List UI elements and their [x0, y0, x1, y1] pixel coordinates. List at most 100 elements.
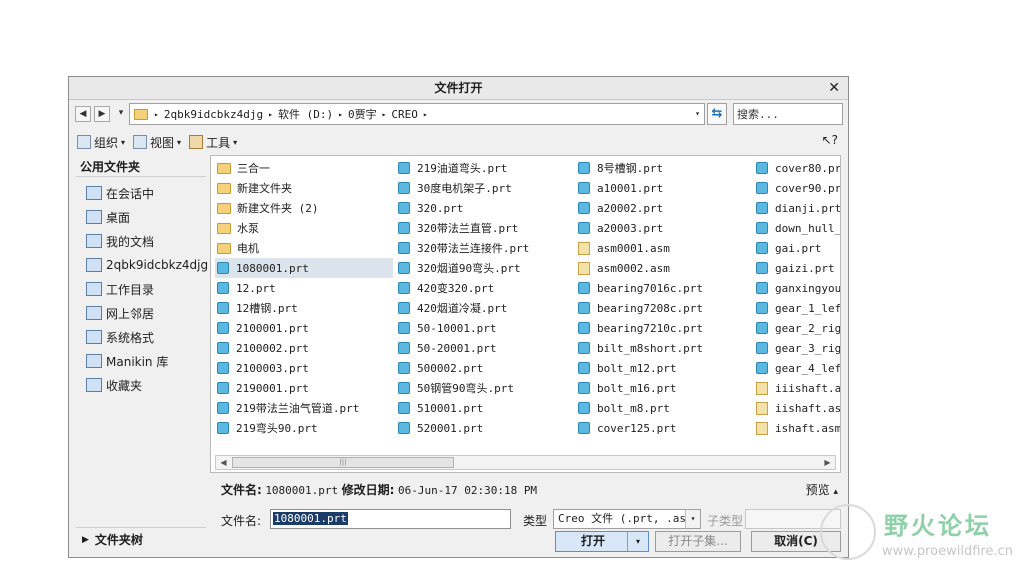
folder-item[interactable]: 三合一 — [215, 158, 393, 178]
file-item[interactable]: 2100002.prt — [215, 338, 393, 358]
refresh-icon[interactable]: ⇆ — [707, 103, 727, 125]
search-input[interactable]: 搜索... — [733, 103, 843, 125]
open-split-dropdown[interactable]: ▾ — [627, 532, 648, 551]
preview-label: 预览 — [805, 483, 830, 497]
filename-input[interactable]: 1080001.prt — [270, 509, 511, 529]
file-item[interactable]: 1080001.prt — [215, 258, 393, 278]
file-item[interactable]: 12槽钢.prt — [215, 298, 393, 318]
file-item[interactable]: 219弯头90.prt — [215, 418, 393, 438]
file-item[interactable]: gai.prt — [754, 238, 840, 258]
address-bar[interactable]: ▸ 2qbk9idcbkz4djg ▸ 软件 (D:) ▸ 0贾宇 ▸ CREO… — [129, 103, 705, 125]
scroll-thumb[interactable]: ||| — [232, 457, 454, 468]
close-icon[interactable]: ✕ — [828, 77, 840, 99]
path-segment-computer[interactable]: 2qbk9idcbkz4djg — [164, 108, 263, 121]
file-item[interactable]: bearing7208c.prt — [576, 298, 752, 318]
back-button[interactable]: ◀ — [75, 106, 91, 122]
file-item[interactable]: 8号槽钢.prt — [576, 158, 752, 178]
file-item[interactable]: iishaft.asm — [754, 398, 840, 418]
file-item[interactable]: ishaft.asm — [754, 418, 840, 438]
sidebar-item[interactable]: Manikin 库 — [76, 349, 206, 373]
file-item[interactable]: ganxingyoub — [754, 278, 840, 298]
folder-item[interactable]: 新建文件夹 — [215, 178, 393, 198]
file-item[interactable]: 510001.prt — [396, 398, 572, 418]
horizontal-scrollbar[interactable]: ◀ ||| ▶ — [215, 455, 836, 470]
folder-item[interactable]: 水泵 — [215, 218, 393, 238]
open-button[interactable]: 打开 ▾ — [555, 531, 649, 552]
file-item[interactable]: 320带法兰直管.prt — [396, 218, 572, 238]
folder-item[interactable]: 电机 — [215, 238, 393, 258]
file-item[interactable]: a20003.prt — [576, 218, 752, 238]
part-file-icon — [217, 362, 229, 374]
file-item[interactable]: 320.prt — [396, 198, 572, 218]
scroll-right-icon[interactable]: ▶ — [820, 456, 835, 469]
assembly-file-icon — [578, 261, 590, 275]
file-item[interactable]: 50钢管90弯头.prt — [396, 378, 572, 398]
file-item[interactable]: 320烟道90弯头.prt — [396, 258, 572, 278]
file-item[interactable]: 50-20001.prt — [396, 338, 572, 358]
sidebar-item[interactable]: 系统格式 — [76, 325, 206, 349]
file-item[interactable]: bilt_m8short.prt — [576, 338, 752, 358]
scroll-left-icon[interactable]: ◀ — [216, 456, 231, 469]
forward-button[interactable]: ▶ — [94, 106, 110, 122]
sidebar-item[interactable]: 我的文档 — [76, 229, 206, 253]
file-item[interactable]: gear_1_left — [754, 298, 840, 318]
file-item[interactable]: cover90.prt — [754, 178, 840, 198]
file-item[interactable]: 219油道弯头.prt — [396, 158, 572, 178]
sidebar-item[interactable]: 网上邻居 — [76, 301, 206, 325]
file-item[interactable]: a20002.prt — [576, 198, 752, 218]
file-item[interactable]: iiishaft.asm — [754, 378, 840, 398]
sidebar-item[interactable]: 工作目录 — [76, 277, 206, 301]
file-item[interactable]: 420烟道冷凝.prt — [396, 298, 572, 318]
file-item[interactable]: 30度电机架子.prt — [396, 178, 572, 198]
file-item[interactable]: a10001.prt — [576, 178, 752, 198]
folder-item[interactable]: 新建文件夹 (2) — [215, 198, 393, 218]
file-item[interactable]: bearing7210c.prt — [576, 318, 752, 338]
file-item[interactable]: bearing7016c.prt — [576, 278, 752, 298]
views-menu[interactable]: 视图 ▾ — [133, 134, 181, 151]
sidebar-item[interactable]: 桌面 — [76, 205, 206, 229]
file-item[interactable]: 500002.prt — [396, 358, 572, 378]
file-item[interactable]: 2100003.prt — [215, 358, 393, 378]
file-item[interactable]: cover125.prt — [576, 418, 752, 438]
path-segment-creo[interactable]: CREO — [391, 108, 418, 121]
part-file-icon — [578, 342, 590, 354]
context-help-icon[interactable]: ↖? — [822, 133, 838, 147]
type-select[interactable]: Creo 文件 (.prt, .asm ▾ — [553, 509, 701, 529]
sidebar-item[interactable]: 2qbk9idcbkz4djg — [76, 253, 208, 277]
sidebar-item[interactable]: 收藏夹 — [76, 373, 206, 397]
organize-menu[interactable]: 组织 ▾ — [77, 134, 125, 151]
tools-menu[interactable]: 工具 ▾ — [189, 134, 237, 151]
preview-toggle[interactable]: 预览 ▴ — [806, 481, 838, 498]
file-item[interactable]: down_hull_i — [754, 218, 840, 238]
file-item[interactable]: 420变320.prt — [396, 278, 572, 298]
file-item[interactable]: dianji.prt — [754, 198, 841, 218]
file-name: dianji.prt — [775, 201, 841, 215]
path-segment-drive[interactable]: 软件 (D:) — [278, 106, 333, 122]
open-subset-button[interactable]: 打开子集... — [655, 531, 741, 552]
path-segment-user[interactable]: 0贾宇 — [348, 106, 377, 122]
chevron-down-icon[interactable]: ▾ — [695, 109, 700, 118]
file-item[interactable]: bolt_m12.prt — [576, 358, 752, 378]
file-item[interactable]: gear_2_righ — [754, 318, 840, 338]
sidebar-item[interactable]: 在会话中 — [76, 181, 206, 205]
file-item[interactable]: 12.prt — [215, 278, 393, 298]
file-item[interactable]: gaizi.prt — [754, 258, 840, 278]
file-item[interactable]: 2100001.prt — [215, 318, 393, 338]
file-item[interactable]: asm0002.asm — [576, 258, 752, 278]
file-item[interactable]: gear_4_left — [754, 358, 840, 378]
file-item[interactable]: 320带法兰连接件.prt — [396, 238, 572, 258]
file-item[interactable]: gear_3_righ — [754, 338, 840, 358]
file-item[interactable]: 2190001.prt — [215, 378, 393, 398]
file-item[interactable]: bolt_m8.prt — [576, 398, 752, 418]
file-name: 420烟道冷凝.prt — [417, 302, 508, 315]
file-item[interactable]: cover80.prt — [754, 158, 840, 178]
file-item[interactable]: bolt_m16.prt — [576, 378, 752, 398]
file-name: bilt_m8short.prt — [597, 341, 703, 355]
file-item[interactable]: asm0001.asm — [576, 238, 752, 258]
folder-tree-toggle[interactable]: ▶ 文件夹树 — [76, 527, 206, 551]
file-item[interactable]: 50-10001.prt — [396, 318, 572, 338]
file-item[interactable]: 219带法兰油气管道.prt — [215, 398, 393, 418]
history-dropdown[interactable]: ▾ — [113, 106, 129, 122]
file-list-pane[interactable]: 三合一 新建文件夹 新建文件夹 (2) 水泵 电机 1080001.prt 12.prt 12… — [210, 155, 841, 473]
file-item[interactable]: 520001.prt — [396, 418, 572, 438]
